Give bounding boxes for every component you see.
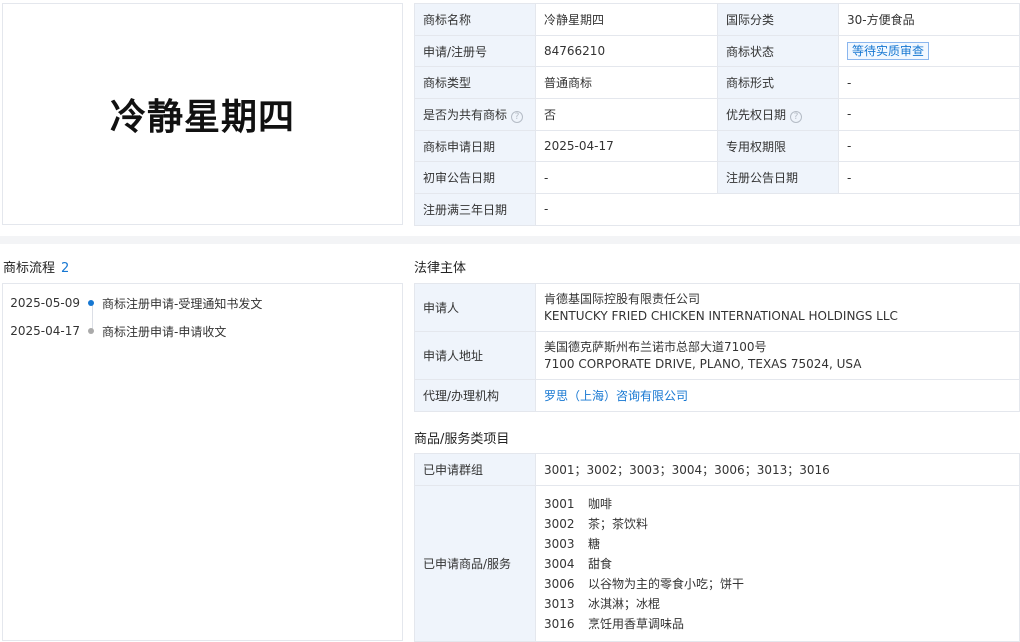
priority-label: 优先权日期	[726, 107, 787, 122]
goods-code: 3001	[544, 496, 575, 511]
list-item: 3006 以谷物为主的零食小吃；饼干	[544, 574, 1011, 594]
apply-date-label: 商标申请日期	[414, 129, 536, 163]
list-item: 3016 烹饪用香草调味品	[544, 614, 1011, 634]
reg-announce-label: 注册公告日期	[717, 161, 839, 195]
table-row: 申请人 肯德基国际控股有限责任公司 KENTUCKY FRIED CHICKEN…	[414, 283, 1020, 332]
form-value: -	[838, 66, 1020, 100]
list-item: 3004 甜食	[544, 554, 1011, 574]
form-label: 商标形式	[717, 66, 839, 100]
table-row: 初审公告日期 - 注册公告日期 -	[414, 161, 1020, 195]
exclusive-label: 专用权期限	[717, 129, 839, 163]
goods-title: 商品/服务类项目	[414, 432, 510, 447]
section-divider	[0, 236, 1020, 244]
timeline-date: 2025-04-17	[10, 324, 80, 338]
legal-table: 申请人 肯德基国际控股有限责任公司 KENTUCKY FRIED CHICKEN…	[414, 283, 1020, 412]
goods-name: 咖啡	[588, 496, 613, 511]
list-item: 3001 咖啡	[544, 494, 1011, 514]
flow-title: 商标流程 2	[3, 257, 69, 276]
trademark-info-table: 商标名称 冷静星期四 国际分类 30-方便食品 申请/注册号 84766210 …	[414, 3, 1020, 226]
agent-cell: 罗思（上海）咨询有限公司	[535, 379, 1020, 412]
flow-count: 2	[61, 261, 70, 276]
three-year-label: 注册满三年日期	[414, 193, 536, 226]
three-year-value: -	[535, 193, 1020, 226]
reg-announce-value: -	[838, 161, 1020, 195]
prelim-label: 初审公告日期	[414, 161, 536, 195]
goods-name: 糖	[588, 536, 601, 551]
items-label: 已申请商品/服务	[414, 485, 536, 642]
goods-code: 3013	[544, 596, 575, 611]
address-cell: 美国德克萨斯州布兰诺市总部大道7100号 7100 CORPORATE DRIV…	[535, 331, 1020, 380]
prelim-value: -	[535, 161, 718, 195]
agent-label: 代理/办理机构	[414, 379, 536, 412]
legal-title: 法律主体	[414, 261, 467, 276]
trademark-image-text: 冷静星期四	[109, 96, 295, 138]
flow-timeline: 2025-05-09 商标注册申请-受理通知书发文 2025-04-17 商标注…	[2, 283, 403, 641]
exclusive-value: -	[838, 129, 1020, 163]
status-label: 商标状态	[717, 34, 839, 68]
agent-link[interactable]: 罗思（上海）咨询有限公司	[544, 389, 688, 403]
table-row: 是否为共有商标? 否 优先权日期? -	[414, 98, 1020, 131]
dot-icon	[88, 300, 94, 306]
goods-code: 3004	[544, 556, 575, 571]
type-label: 商标类型	[414, 66, 536, 100]
question-circle-icon[interactable]: ?	[790, 110, 803, 123]
status-badge[interactable]: 等待实质审查	[847, 42, 930, 61]
table-row: 代理/办理机构 罗思（上海）咨询有限公司	[414, 379, 1020, 412]
timeline-text: 商标注册申请-受理通知书发文	[102, 296, 263, 311]
list-item: 3003 糖	[544, 534, 1011, 554]
applicant-cn: 肯德基国际控股有限责任公司	[544, 291, 701, 306]
name-value: 冷静星期四	[535, 3, 718, 36]
table-row: 已申请群组 3001；3002；3003；3004；3006；3013；3016	[414, 453, 1020, 486]
priority-label-cell: 优先权日期?	[717, 98, 839, 131]
list-item: 3002 茶；茶饮料	[544, 514, 1011, 534]
table-row: 已申请商品/服务 3001 咖啡 3002 茶；茶饮料 3003 糖 3004 甜食 3…	[414, 485, 1020, 642]
goods-name: 冰淇淋；冰棍	[588, 596, 661, 611]
goods-name: 甜食	[588, 556, 613, 571]
goods-table: 已申请群组 3001；3002；3003；3004；3006；3013；3016…	[414, 453, 1020, 642]
applicant-label: 申请人	[414, 283, 536, 332]
groups-value: 3001；3002；3003；3004；3006；3013；3016	[535, 453, 1020, 486]
class-label: 国际分类	[717, 3, 839, 36]
goods-code: 3006	[544, 576, 575, 591]
shared-label: 是否为共有商标	[423, 107, 508, 122]
timeline-item: 2025-04-17 商标注册申请-申请收文	[3, 323, 402, 339]
goods-name: 以谷物为主的零食小吃；饼干	[588, 576, 745, 591]
shared-value: 否	[535, 98, 718, 131]
address-cn: 美国德克萨斯州布兰诺市总部大道7100号	[544, 339, 767, 354]
reg-no-label: 申请/注册号	[414, 34, 536, 68]
shared-label-cell: 是否为共有商标?	[414, 98, 536, 131]
name-label: 商标名称	[414, 3, 536, 36]
priority-value: -	[838, 98, 1020, 131]
table-row: 商标类型 普通商标 商标形式 -	[414, 66, 1020, 100]
goods-code: 3002	[544, 516, 575, 531]
address-label: 申请人地址	[414, 331, 536, 380]
applicant-en: KENTUCKY FRIED CHICKEN INTERNATIONAL HOL…	[544, 308, 898, 323]
table-row: 商标名称 冷静星期四 国际分类 30-方便食品	[414, 3, 1020, 36]
type-value: 普通商标	[535, 66, 718, 100]
timeline-text: 商标注册申请-申请收文	[102, 324, 227, 339]
status-cell: 等待实质审查	[838, 34, 1020, 68]
table-row: 申请/注册号 84766210 商标状态 等待实质审查	[414, 34, 1020, 68]
goods-code: 3003	[544, 536, 575, 551]
table-row: 注册满三年日期 -	[414, 193, 1020, 226]
groups-label: 已申请群组	[414, 453, 536, 486]
table-row: 商标申请日期 2025-04-17 专用权期限 -	[414, 129, 1020, 163]
class-value: 30-方便食品	[838, 3, 1020, 36]
items-cell: 3001 咖啡 3002 茶；茶饮料 3003 糖 3004 甜食 3006 以谷物为主的…	[535, 485, 1020, 642]
reg-no-value: 84766210	[535, 34, 718, 68]
trademark-image[interactable]: 冷静星期四	[2, 3, 403, 225]
goods-name: 烹饪用香草调味品	[588, 616, 685, 631]
applicant-cell: 肯德基国际控股有限责任公司 KENTUCKY FRIED CHICKEN INT…	[535, 283, 1020, 332]
goods-name: 茶；茶饮料	[588, 516, 649, 531]
address-en: 7100 CORPORATE DRIVE, PLANO, TEXAS 75024…	[544, 356, 862, 371]
timeline-date: 2025-05-09	[10, 296, 80, 310]
goods-code: 3016	[544, 616, 575, 631]
table-row: 申请人地址 美国德克萨斯州布兰诺市总部大道7100号 7100 CORPORAT…	[414, 331, 1020, 380]
flow-title-text: 商标流程	[3, 261, 56, 276]
timeline-item: 2025-05-09 商标注册申请-受理通知书发文	[3, 295, 402, 311]
question-circle-icon[interactable]: ?	[511, 110, 524, 123]
list-item: 3013 冰淇淋；冰棍	[544, 594, 1011, 614]
dot-icon	[88, 328, 94, 334]
apply-date-value: 2025-04-17	[535, 129, 718, 163]
